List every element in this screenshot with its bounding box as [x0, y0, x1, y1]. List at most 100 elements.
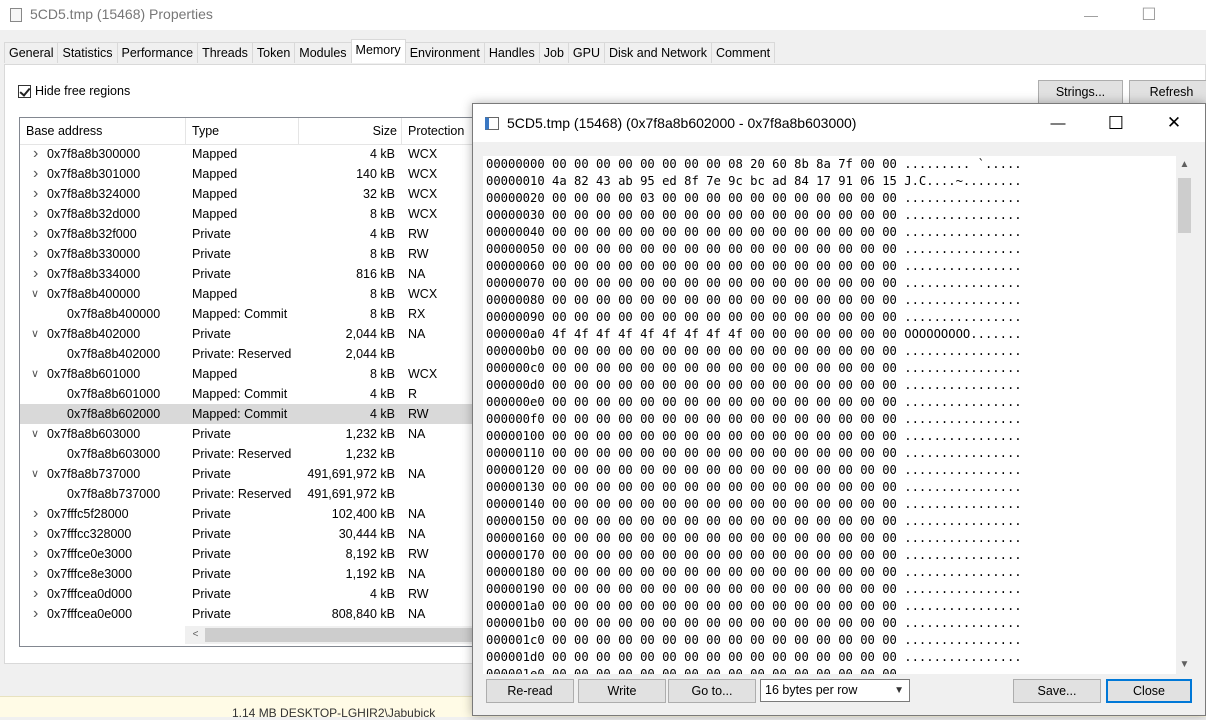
cell-type: Private [192, 587, 231, 601]
chevron-right-icon[interactable]: › [33, 524, 38, 544]
chevron-down-icon[interactable]: ∨ [31, 284, 39, 304]
chevron-right-icon[interactable]: › [33, 244, 38, 264]
minimize-icon[interactable]: — [1068, 0, 1114, 30]
table-row[interactable]: › 0x7f8a8b300000 Mapped 4 kB WCX [20, 144, 478, 164]
refresh-button[interactable]: Refresh [1129, 80, 1206, 104]
table-row[interactable]: 0x7f8a8b737000 Private: Reserved 491,691,9… [20, 484, 478, 504]
memory-region-list[interactable]: Base address Type Size Protection › 0x7f8… [19, 117, 479, 647]
chevron-right-icon[interactable]: › [33, 204, 38, 224]
cell-protection: RW [408, 227, 429, 241]
scrollbar-thumb[interactable] [1178, 178, 1191, 233]
strings-button[interactable]: Strings... [1038, 80, 1123, 104]
column-header-protection[interactable]: Protection [402, 118, 478, 144]
chevron-down-icon[interactable]: ∨ [31, 424, 39, 444]
table-row[interactable]: › 0x7fffcea0e000 Private 808,840 kB NA [20, 604, 478, 624]
table-row[interactable]: 0x7f8a8b603000 Private: Reserved 1,232 kB [20, 444, 478, 464]
chevron-right-icon[interactable]: › [33, 144, 38, 164]
goto-button[interactable]: Go to... [668, 679, 756, 703]
table-row[interactable]: › 0x7fffce0e3000 Private 8,192 kB RW [20, 544, 478, 564]
chevron-down-icon[interactable]: ∨ [31, 464, 39, 484]
table-row[interactable]: › 0x7f8a8b32f000 Private 4 kB RW [20, 224, 478, 244]
chevron-right-icon[interactable]: › [33, 584, 38, 604]
scroll-down-icon[interactable]: ▼ [1176, 656, 1193, 674]
cell-base-address: 0x7f8a8b601000 [67, 387, 161, 401]
hex-line: 000000d0 00 00 00 00 00 00 00 00 00 00 0… [486, 378, 1022, 392]
cell-type: Private [192, 607, 231, 621]
table-row[interactable]: › 0x7f8a8b334000 Private 816 kB NA [20, 264, 478, 284]
tab-job[interactable]: Job [538, 42, 569, 63]
maximize-icon[interactable]: ☐ [1087, 104, 1145, 142]
table-row[interactable]: › 0x7f8a8b32d000 Mapped 8 kB WCX [20, 204, 478, 224]
tab-comment[interactable]: Comment [710, 42, 776, 63]
chevron-right-icon[interactable]: › [33, 224, 38, 244]
cell-type: Mapped [192, 167, 238, 181]
cell-size: 8 kB [369, 307, 395, 321]
table-row[interactable]: ∨ 0x7f8a8b601000 Mapped 8 kB WCX [20, 364, 478, 384]
tab-token[interactable]: Token [251, 42, 296, 63]
table-row[interactable]: ∨ 0x7f8a8b603000 Private 1,232 kB NA [20, 424, 478, 444]
column-header-size[interactable]: Size [299, 118, 402, 144]
chevron-right-icon[interactable]: › [33, 604, 38, 624]
save-button[interactable]: Save... [1013, 679, 1101, 703]
table-row[interactable]: ∨ 0x7f8a8b402000 Private 2,044 kB NA [20, 324, 478, 344]
table-row[interactable]: 0x7f8a8b602000 Mapped: Commit 4 kB RW [20, 404, 478, 424]
tab-statistics[interactable]: Statistics [57, 42, 118, 63]
cell-protection: RW [408, 247, 429, 261]
minimize-icon[interactable]: — [1029, 104, 1087, 142]
tab-environment[interactable]: Environment [404, 42, 485, 63]
table-row[interactable]: › 0x7fffc5f28000 Private 102,400 kB NA [20, 504, 478, 524]
scrollbar-thumb[interactable] [205, 628, 478, 642]
tab-performance[interactable]: Performance [116, 42, 199, 63]
chevron-down-icon[interactable]: ∨ [31, 324, 39, 344]
chevron-right-icon[interactable]: › [33, 164, 38, 184]
horizontal-scrollbar[interactable]: < [185, 626, 478, 644]
table-row[interactable]: ∨ 0x7f8a8b400000 Mapped 8 kB WCX [20, 284, 478, 304]
close-button[interactable]: Close [1106, 679, 1192, 703]
hide-free-regions-checkbox[interactable]: Hide free regions [18, 84, 130, 98]
chevron-down-icon[interactable]: ∨ [31, 364, 39, 384]
scroll-up-icon[interactable]: ▲ [1176, 156, 1193, 174]
vertical-scrollbar[interactable]: ▲ ▼ [1176, 156, 1193, 674]
tab-disk-and-network[interactable]: Disk and Network [604, 42, 712, 63]
hex-line: 000001b0 00 00 00 00 00 00 00 00 00 00 0… [486, 616, 1022, 630]
cell-protection: NA [408, 527, 426, 541]
chevron-right-icon[interactable]: › [33, 504, 38, 524]
chevron-right-icon[interactable]: › [33, 564, 38, 584]
table-row[interactable]: ∨ 0x7f8a8b737000 Private 491,691,972 kB NA [20, 464, 478, 484]
cell-protection: RW [408, 407, 429, 421]
bytes-per-row-select[interactable]: 16 bytes per row ▼ [760, 679, 910, 702]
table-row[interactable]: › 0x7fffcea0d000 Private 4 kB RW [20, 584, 478, 604]
table-row[interactable]: › 0x7f8a8b330000 Private 8 kB RW [20, 244, 478, 264]
tab-modules[interactable]: Modules [294, 42, 352, 63]
hex-line: 00000190 00 00 00 00 00 00 00 00 00 00 0… [486, 582, 1022, 596]
column-header-base-address[interactable]: Base address [20, 118, 186, 144]
scroll-left-icon[interactable]: < [187, 626, 204, 644]
table-row[interactable]: 0x7f8a8b402000 Private: Reserved 2,044 kB [20, 344, 478, 364]
cell-size: 140 kB [356, 167, 395, 181]
table-row[interactable]: 0x7f8a8b400000 Mapped: Commit 8 kB RX [20, 304, 478, 324]
chevron-right-icon[interactable]: › [33, 544, 38, 564]
table-row[interactable]: › 0x7fffcc328000 Private 30,444 kB NA [20, 524, 478, 544]
table-row[interactable]: › 0x7f8a8b301000 Mapped 140 kB WCX [20, 164, 478, 184]
table-row[interactable]: 0x7f8a8b601000 Mapped: Commit 4 kB R [20, 384, 478, 404]
chevron-right-icon[interactable]: › [33, 184, 38, 204]
write-button[interactable]: Write [578, 679, 666, 703]
reread-button[interactable]: Re-read [486, 679, 574, 703]
chevron-right-icon[interactable]: › [33, 264, 38, 284]
tab-memory[interactable]: Memory [350, 39, 406, 63]
checkbox-checked-icon[interactable] [18, 84, 31, 98]
close-icon[interactable]: ✕ [1145, 104, 1203, 142]
column-header-type[interactable]: Type [186, 118, 299, 144]
cell-type: Private [192, 507, 231, 521]
table-row[interactable]: › 0x7f8a8b324000 Mapped 32 kB WCX [20, 184, 478, 204]
hex-view[interactable]: 00000000 00 00 00 00 00 00 00 00 08 20 6… [483, 156, 1193, 674]
tab-threads[interactable]: Threads [197, 42, 253, 63]
table-row[interactable]: › 0x7fffce8e3000 Private 1,192 kB NA [20, 564, 478, 584]
cell-type: Private [192, 227, 231, 241]
maximize-icon[interactable]: ☐ [1126, 0, 1172, 30]
tab-gpu[interactable]: GPU [567, 42, 605, 63]
tab-general[interactable]: General [4, 42, 59, 63]
cell-type: Mapped [192, 187, 238, 201]
cell-type: Private: Reserved [192, 487, 292, 501]
tab-handles[interactable]: Handles [483, 42, 540, 63]
